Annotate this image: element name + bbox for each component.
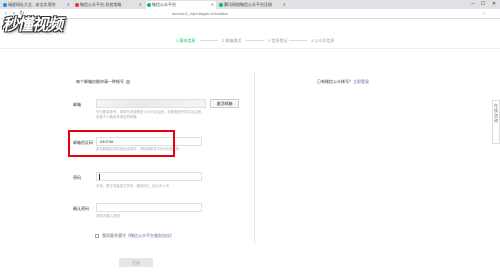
tab-label: 微信公众平台: [152, 2, 176, 7]
tab-favicon-icon: [3, 3, 7, 7]
confirm-password-hint: 请再次输入密码: [96, 214, 120, 218]
password-hint: 字母、数字或者英文符号，最短8位，区分大小写: [96, 184, 170, 188]
tab-close-icon[interactable]: ✕: [211, 1, 214, 9]
tab-close-icon[interactable]: ✕: [283, 1, 286, 9]
step-connector: [200, 40, 218, 41]
register-button[interactable]: 注册: [119, 258, 153, 267]
tab-favicon-icon: [219, 3, 223, 7]
bookmark-star-icon[interactable]: ☆: [482, 10, 486, 18]
browser-tab-bar: 瑞星网址大全 - 安全实用的 ✕ 微信公众平台-扶贫攻略 ✕ 微信公众平台 ✕ …: [0, 0, 500, 9]
form-title: 每个邮箱仅能申请一种帐号?: [76, 79, 130, 85]
confirm-password-field[interactable]: [96, 203, 202, 212]
tab-close-icon[interactable]: ✕: [139, 1, 142, 9]
tab-label: 腾讯网络微信公众平台注册: [224, 2, 272, 7]
step-connector: [289, 40, 307, 41]
panel-divider: [254, 72, 255, 244]
agree-text: 我同意并遵守: [102, 233, 126, 238]
tab-label: 微信公众平台-扶贫攻略: [80, 2, 122, 7]
login-link[interactable]: 立即登录: [353, 79, 369, 84]
browser-tab-2[interactable]: 微信公众平台-扶贫攻略 ✕: [74, 1, 144, 9]
browser-tab-3[interactable]: 微信公众平台 ✕: [146, 1, 216, 9]
online-consult-widget[interactable]: 在 线 咨 询: [492, 100, 500, 144]
close-window-icon[interactable]: ✕: [489, 0, 499, 9]
password-label: 密码: [73, 175, 81, 180]
tab-favicon-icon: [147, 3, 151, 7]
tab-label: 瑞星网址大全 - 安全实用的: [8, 2, 56, 7]
login-prompt: 已有微信公众帐号？立即登录: [317, 79, 369, 85]
maximize-icon[interactable]: ☐: [478, 0, 488, 9]
email-field[interactable]: [96, 99, 206, 108]
confirm-password-label: 确认密码: [73, 206, 89, 211]
browser-tab-1[interactable]: 瑞星网址大全 - 安全实用的 ✕: [2, 1, 72, 9]
service-agreement-link[interactable]: 《微信公众平台服务协议》: [126, 233, 174, 238]
steps-divider: [0, 48, 500, 49]
help-icon[interactable]: ?: [126, 79, 130, 84]
step-basic-info: 1 基本信息: [176, 38, 196, 43]
browser-tab-4[interactable]: 腾讯网络微信公众平台注册 ✕: [218, 1, 288, 9]
password-field[interactable]: [96, 172, 202, 181]
tab-favicon-icon: [75, 3, 79, 7]
step-email-activation: 2 邮箱激活: [222, 38, 242, 43]
side-widget-char: 询: [494, 118, 498, 123]
url-input[interactable]: access.ll_mp/Idiwg/s=d.lloadsm: [172, 10, 228, 18]
registration-steps: 1 基本信息 2 邮箱激活 3 信息登记 4 公众号信息: [0, 35, 500, 45]
email-label: 邮箱: [73, 102, 81, 107]
login-prompt-text: 已有微信公众帐号？: [317, 79, 353, 84]
step-connector: [246, 40, 264, 41]
agree-checkbox[interactable]: [95, 233, 99, 238]
tab-close-icon[interactable]: ✕: [67, 1, 70, 9]
agreement-row: 我同意并遵守《微信公众平台服务协议》: [95, 233, 174, 239]
step-info-registration: 3 信息登记: [268, 38, 288, 43]
address-bar: ‹ › ↻ access.ll_mp/Idiwg/s=d.lloadsm ☆: [0, 9, 500, 19]
step-account-info: 4 公众号信息: [311, 38, 335, 43]
form-title-text: 每个邮箱仅能申请一种帐号: [76, 79, 124, 84]
highlight-annotation: [68, 130, 175, 157]
activate-email-button[interactable]: 激活邮箱: [210, 99, 239, 108]
text-cursor: [99, 174, 100, 180]
watermark-logo: 秒懂视频: [2, 15, 63, 34]
email-hint: 作为登录帐号，请填写未被微信公众平台注册，未被微信开放平台注册，未被个人微信号绑…: [96, 110, 205, 119]
minimize-icon[interactable]: ─: [468, 0, 478, 9]
